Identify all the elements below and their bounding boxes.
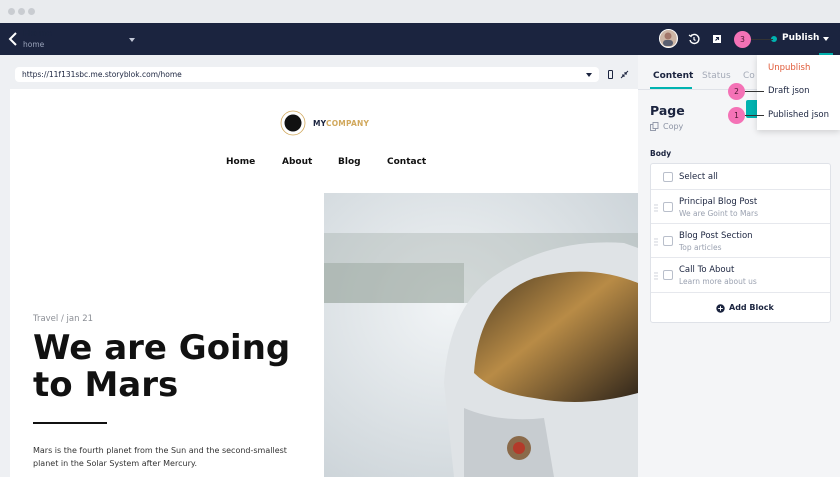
copy-icon[interactable] — [650, 122, 659, 131]
list-item[interactable]: Principal Blog Post We are Goint to Mars — [651, 190, 830, 224]
url-bar[interactable]: https://11f131sbc.me.storyblok.com/home — [15, 67, 599, 82]
publish-chevron-down-icon[interactable] — [823, 37, 829, 41]
publish-button[interactable]: Publish — [782, 33, 819, 43]
block-title: Call To About — [679, 265, 735, 275]
open-external-icon[interactable] — [710, 32, 724, 46]
window-dot-close[interactable] — [8, 8, 15, 15]
menu-item-unpublish[interactable]: Unpublish — [768, 63, 810, 73]
copy-button[interactable]: Copy — [663, 122, 683, 131]
page-title: Page — [650, 103, 685, 118]
hero-headline: We are Going to Mars — [33, 328, 291, 405]
url-chevron-down-icon[interactable] — [586, 73, 592, 77]
list-item[interactable]: Blog Post Section Top articles — [651, 224, 830, 258]
back-arrow-icon[interactable] — [8, 31, 18, 47]
window-dot-maximize[interactable] — [28, 8, 35, 15]
block-checkbox[interactable] — [663, 236, 673, 246]
company-logo-icon[interactable] — [280, 110, 306, 136]
mobile-view-icon[interactable] — [606, 70, 615, 79]
select-all-checkbox[interactable] — [663, 172, 673, 182]
block-subtitle: Top articles — [679, 243, 722, 252]
tab-config[interactable]: Co — [743, 71, 755, 81]
tab-content[interactable]: Content — [653, 71, 693, 81]
block-title: Principal Blog Post — [679, 197, 758, 207]
step-marker-3: 3 — [734, 31, 751, 48]
story-slug: home — [23, 40, 45, 49]
block-checkbox[interactable] — [663, 202, 673, 212]
list-item[interactable]: Call To About Learn more about us — [651, 258, 830, 293]
nav-home[interactable]: Home — [226, 157, 255, 167]
company-logo-text: MYCOMPANY — [313, 119, 370, 128]
story-title: Home — [23, 29, 53, 39]
user-face-icon — [660, 30, 676, 46]
article-date: Travel / jan 21 — [33, 314, 94, 324]
select-all-row[interactable]: Select all — [651, 164, 830, 190]
step-marker-1: 1 — [728, 107, 745, 124]
window-chrome — [0, 0, 840, 23]
block-subtitle: We are Goint to Mars — [679, 209, 759, 218]
nav-about[interactable]: About — [282, 157, 312, 167]
marker-connector — [744, 115, 764, 116]
body-field-label: Body — [650, 149, 672, 158]
avatar[interactable] — [659, 29, 678, 48]
add-block-button[interactable]: Add Block — [729, 303, 774, 312]
select-all-label: Select all — [679, 172, 718, 182]
plus-circle-icon[interactable] — [716, 304, 725, 313]
marker-connector — [744, 91, 764, 92]
block-subtitle: Learn more about us — [679, 277, 757, 286]
hero-paragraph: Mars is the fourth planet from the Sun a… — [33, 446, 287, 468]
body-blocks-list: Select all Principal Blog Post We are Go… — [650, 163, 831, 323]
history-icon[interactable] — [687, 32, 701, 46]
menu-item-published-json[interactable]: Published json — [768, 110, 829, 120]
nav-blog[interactable]: Blog — [338, 157, 361, 167]
drag-handle-icon[interactable] — [654, 204, 658, 212]
window-dot-minimize[interactable] — [18, 8, 25, 15]
collapse-icon[interactable] — [620, 70, 629, 79]
drag-handle-icon[interactable] — [654, 272, 658, 280]
chevron-down-icon[interactable] — [129, 38, 135, 42]
marker-connector — [751, 39, 773, 40]
menu-item-draft-json[interactable]: Draft json — [768, 86, 810, 96]
block-checkbox[interactable] — [663, 270, 673, 280]
tab-status[interactable]: Status — [702, 71, 731, 81]
drag-handle-icon[interactable] — [654, 238, 658, 246]
step-marker-2: 2 — [728, 83, 745, 100]
headline-divider — [33, 422, 107, 424]
block-title: Blog Post Section — [679, 231, 753, 241]
nav-contact[interactable]: Contact — [387, 157, 426, 167]
astronaut-hero-image — [324, 193, 638, 477]
